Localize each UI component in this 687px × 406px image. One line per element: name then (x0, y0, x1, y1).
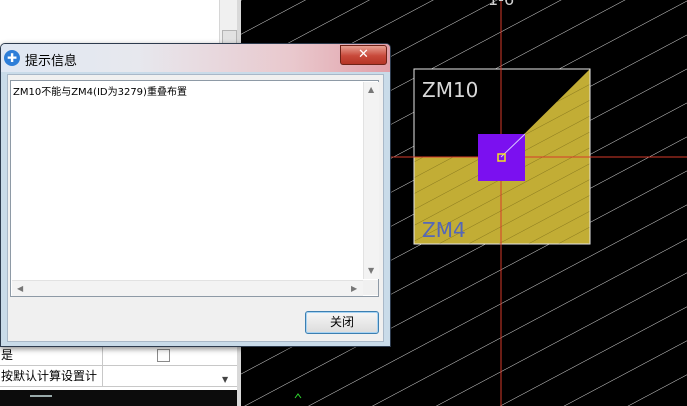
scroll-left-icon[interactable]: ◀ (17, 285, 23, 293)
scroll-down-icon[interactable]: ▼ (368, 267, 374, 275)
scroll-up-icon[interactable]: ▲ (368, 86, 374, 94)
property-value-dropdown[interactable] (102, 366, 220, 386)
property-value-cell (102, 345, 220, 365)
status-strip-mark (30, 395, 52, 397)
info-icon: ✚ (4, 50, 20, 66)
window-close-button[interactable]: ✕ (340, 45, 387, 65)
property-label: 按默认计算设置计 (1, 369, 98, 383)
dialog-client-area: ZM10不能与ZM4(ID为3279)重叠布置 ▲ ▼ ◀ ▶ 关闭 (7, 74, 384, 342)
close-button[interactable]: 关闭 (305, 311, 379, 334)
zm4-label: ZM4 (422, 218, 466, 242)
scrollbar-corner (363, 280, 378, 295)
dialog-titlebar[interactable]: ✚ 提示信息 ✕ (1, 44, 390, 72)
property-grid: 是 按默认计算设置计 ▼ (0, 345, 237, 387)
horizontal-scrollbar[interactable]: ◀ ▶ (12, 280, 363, 296)
property-panel-scrollbar[interactable] (219, 0, 238, 48)
info-dialog: ✚ 提示信息 ✕ ZM10不能与ZM4(ID为3279)重叠布置 ▲ ▼ ◀ ▶… (0, 43, 391, 347)
dialog-title: 提示信息 (25, 54, 78, 69)
scroll-right-icon[interactable]: ▶ (351, 285, 357, 293)
property-checkbox[interactable] (157, 349, 170, 362)
axis-label: 1-6 (488, 0, 514, 9)
vertical-scrollbar[interactable]: ▲ ▼ (363, 82, 379, 279)
message-textbox[interactable]: ZM10不能与ZM4(ID为3279)重叠布置 ▲ ▼ ◀ ▶ (10, 80, 379, 297)
property-row: 按默认计算设置计 ▼ (0, 366, 237, 387)
message-text: ZM10不能与ZM4(ID为3279)重叠布置 (13, 87, 187, 98)
chevron-down-icon[interactable]: ▼ (222, 370, 228, 390)
status-strip (0, 390, 237, 406)
property-label: 是 (1, 348, 14, 362)
zm10-label: ZM10 (422, 78, 479, 102)
property-row: 是 (0, 345, 237, 366)
